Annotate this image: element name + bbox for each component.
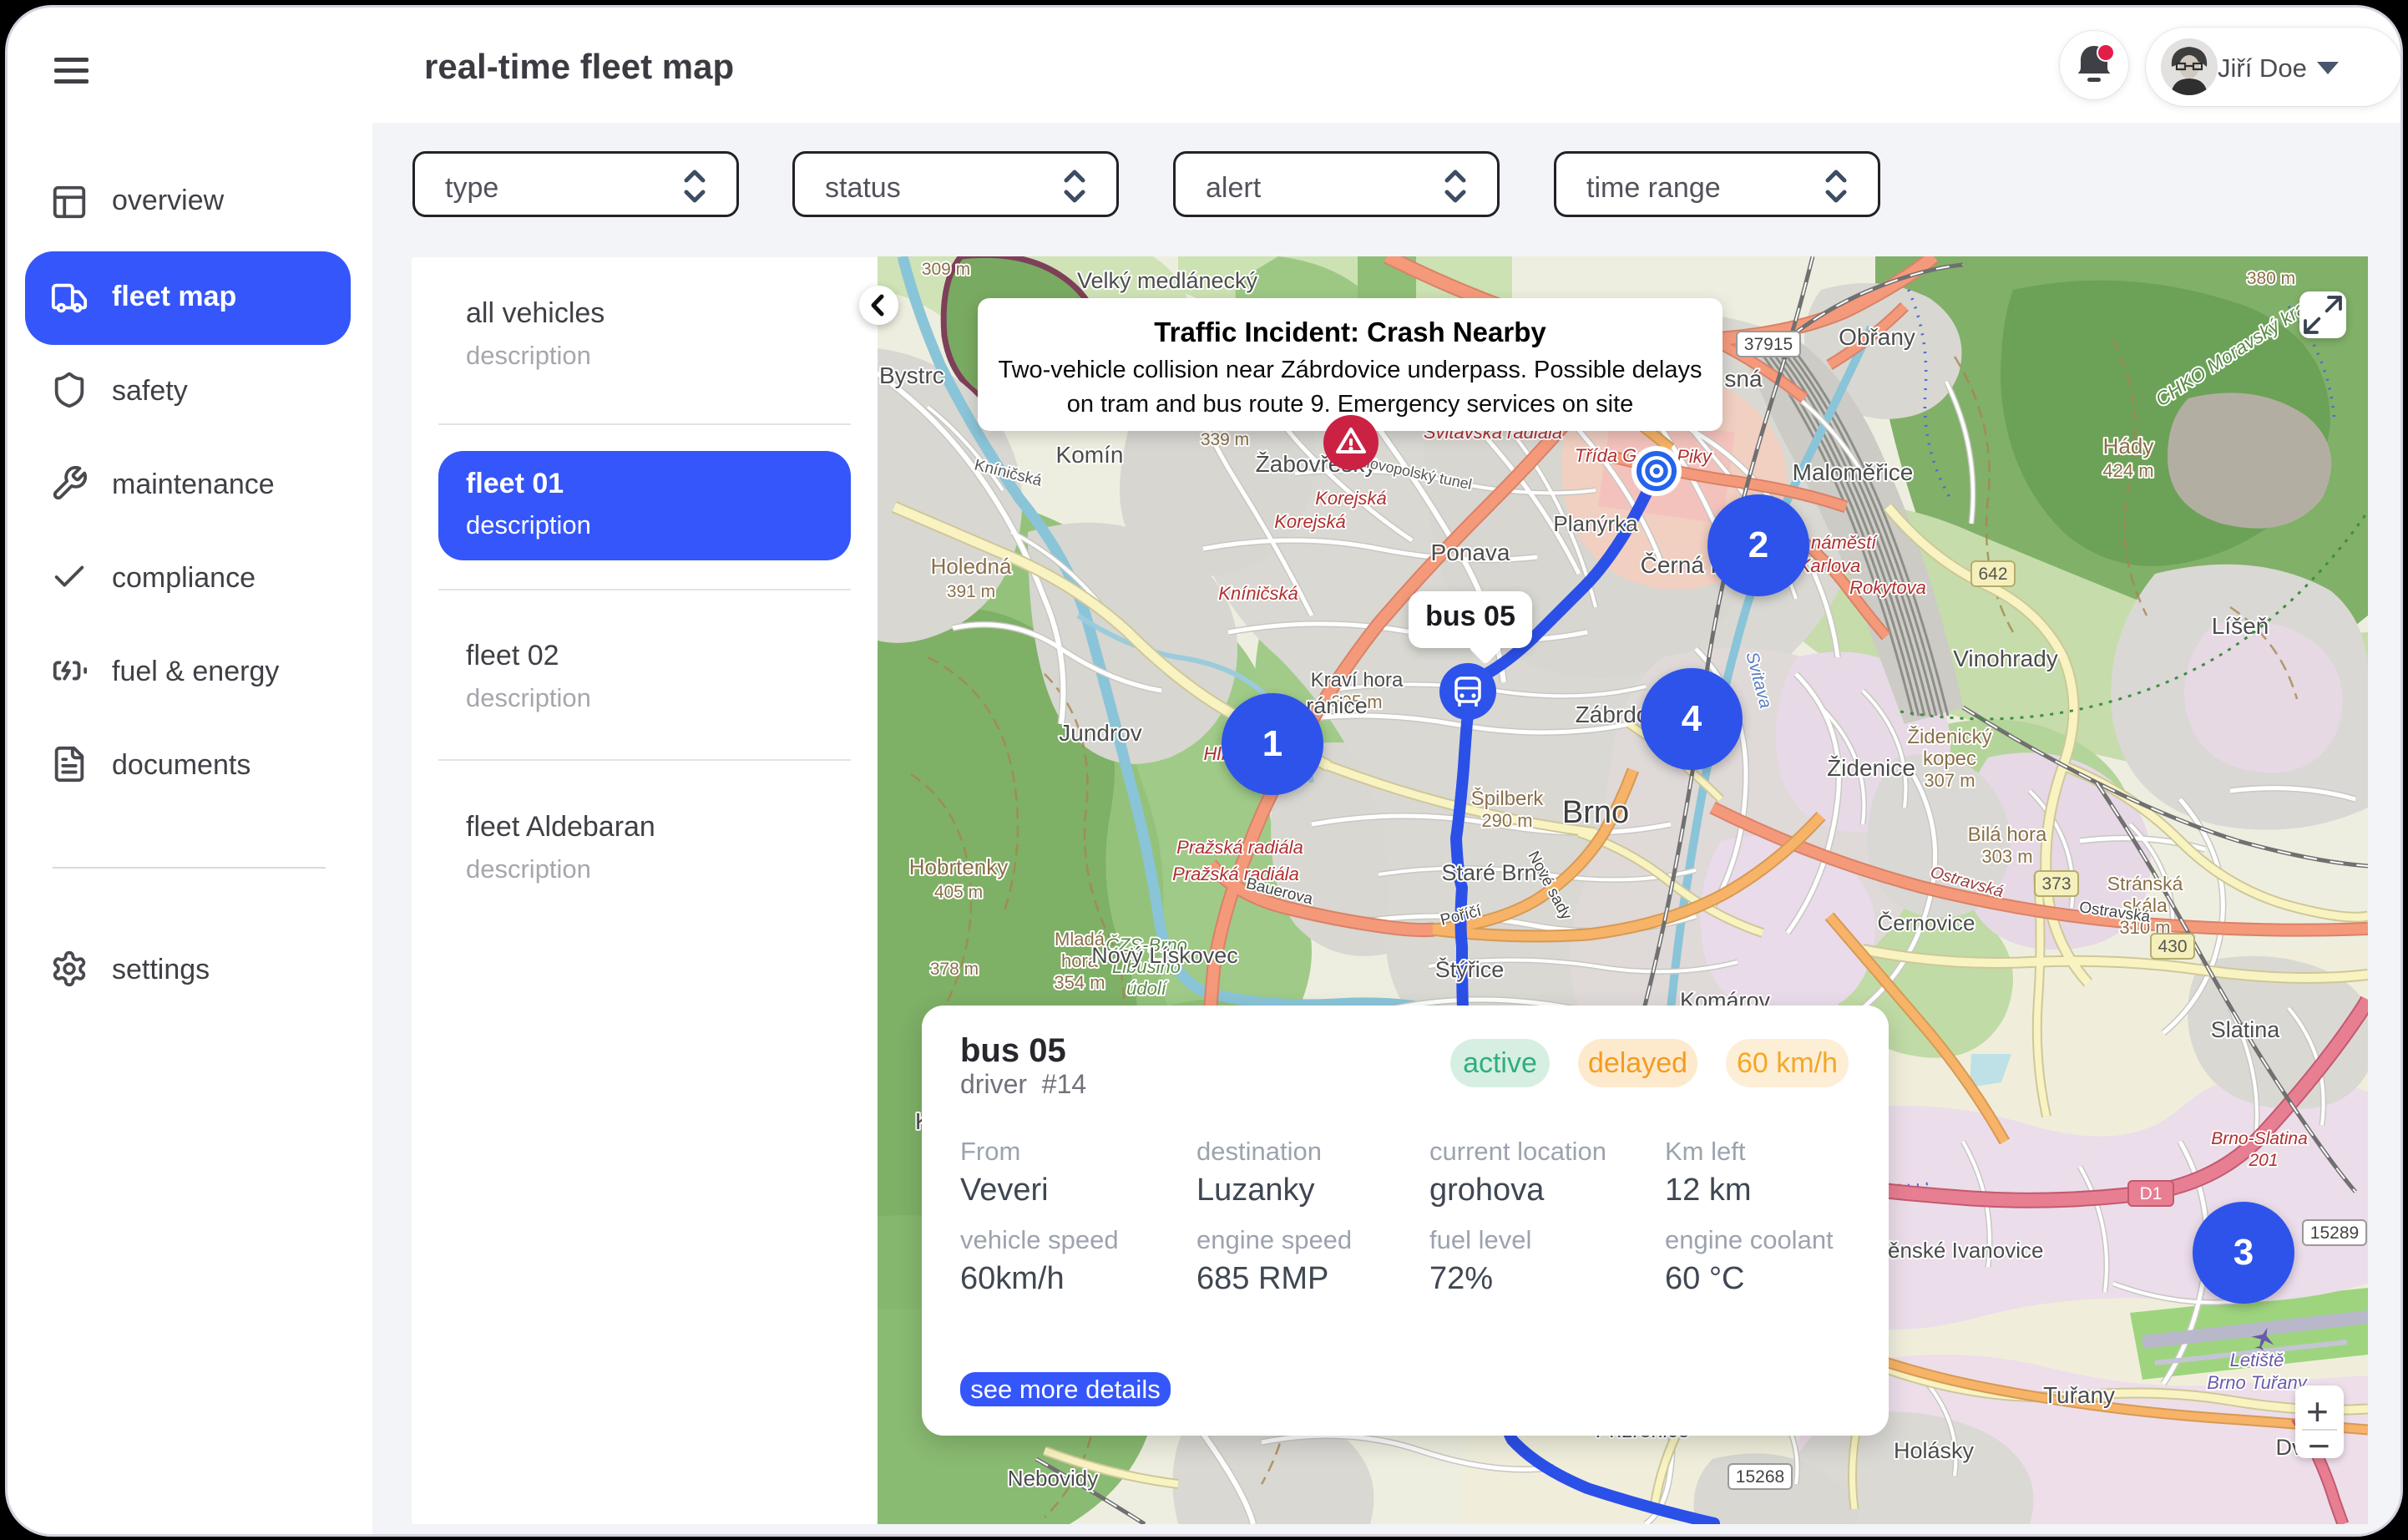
svg-text:15289: 15289 <box>2310 1223 2359 1243</box>
svg-text:údolí: údolí <box>1126 978 1168 999</box>
svg-text:Velký medlánecký: Velký medlánecký <box>1077 268 1258 293</box>
svg-text:Štýřice: Štýřice <box>1435 956 1505 982</box>
svg-text:430: 430 <box>2158 937 2187 956</box>
svg-text:Tuřany: Tuřany <box>2043 1382 2115 1408</box>
svg-text:Komín: Komín <box>1056 442 1124 468</box>
svg-text:Černovice: Černovice <box>1877 910 1975 935</box>
svg-text:Bystrc: Bystrc <box>879 362 944 388</box>
svg-text:kopec: kopec <box>1923 747 1976 770</box>
svg-text:Stránská: Stránská <box>2107 873 2183 894</box>
svg-text:Nový Lískovec: Nový Lískovec <box>1091 943 1238 968</box>
svg-text:303 m: 303 m <box>1981 846 2032 867</box>
svg-text:Holedná: Holedná <box>931 554 1012 579</box>
svg-text:Židenický: Židenický <box>1907 726 1991 748</box>
svg-text:37915: 37915 <box>1744 335 1793 354</box>
svg-text:hěnské Ivanovice: hěnské Ivanovice <box>1876 1238 2044 1263</box>
svg-text:Brno: Brno <box>1562 795 1629 830</box>
svg-text:373: 373 <box>2041 874 2071 894</box>
svg-text:391 m: 391 m <box>947 582 995 601</box>
svg-text:405 m: 405 m <box>934 883 983 902</box>
svg-text:Jundrov: Jundrov <box>1059 720 1142 746</box>
svg-text:Brno Tuřany: Brno Tuřany <box>2207 1372 2308 1393</box>
svg-text:Špilberk: Špilberk <box>1471 787 1545 810</box>
svg-text:354 m: 354 m <box>1054 972 1105 993</box>
svg-text:D1: D1 <box>2140 1184 2163 1203</box>
svg-text:Rokytova: Rokytova <box>1849 577 1926 598</box>
svg-text:Hády: Hády <box>2103 433 2154 458</box>
svg-text:290 m: 290 m <box>1481 810 1532 831</box>
svg-text:Třída G: Třída G <box>1575 445 1637 466</box>
svg-text:307 m: 307 m <box>1924 770 1975 791</box>
svg-text:Vinohrady: Vinohrady <box>1953 646 2058 671</box>
svg-text:Hobrtenky: Hobrtenky <box>909 854 1009 879</box>
svg-text:201: 201 <box>2248 1151 2278 1170</box>
svg-text:Planýrka: Planýrka <box>1553 511 1638 536</box>
svg-text:Maloměřice: Maloměřice <box>1793 459 1914 485</box>
svg-text:Korejská: Korejská <box>1274 511 1346 532</box>
svg-text:Židenice: Židenice <box>1827 755 1915 781</box>
svg-text:Korejská: Korejská <box>1315 488 1387 509</box>
svg-text:378 m: 378 m <box>930 960 979 979</box>
svg-text:Brno-Slatina: Brno-Slatina <box>2211 1129 2308 1148</box>
svg-text:Piky: Piky <box>1677 446 1713 467</box>
svg-text:Ponava: Ponava <box>1431 540 1510 565</box>
svg-text:339 m: 339 m <box>1201 430 1249 449</box>
svg-text:Zábrdo: Zábrdo <box>1576 702 1650 727</box>
svg-text:Letiště: Letiště <box>2230 1350 2284 1370</box>
svg-text:Obřany: Obřany <box>1839 324 1915 350</box>
svg-text:380 m: 380 m <box>2247 269 2295 288</box>
svg-text:642: 642 <box>1978 565 2007 584</box>
svg-text:Bilá hora: Bilá hora <box>1968 823 2047 846</box>
svg-text:Pražská radiála: Pražská radiála <box>1172 864 1299 884</box>
svg-text:Kraví hora: Kraví hora <box>1311 669 1404 691</box>
svg-text:ránice: ránice <box>1306 693 1368 718</box>
svg-text:309 m: 309 m <box>922 260 970 279</box>
svg-text:15268: 15268 <box>1736 1467 1784 1487</box>
svg-text:Holásky: Holásky <box>1894 1438 1975 1463</box>
svg-text:Slatina: Slatina <box>2211 1017 2281 1042</box>
svg-text:Pražská radiála: Pražská radiála <box>1176 837 1303 858</box>
svg-text:424 m: 424 m <box>2102 460 2153 481</box>
svg-text:sná: sná <box>1724 366 1763 392</box>
svg-text:Nebovidy: Nebovidy <box>1008 1466 1098 1491</box>
svg-text:Kníničská: Kníničská <box>1218 583 1298 604</box>
